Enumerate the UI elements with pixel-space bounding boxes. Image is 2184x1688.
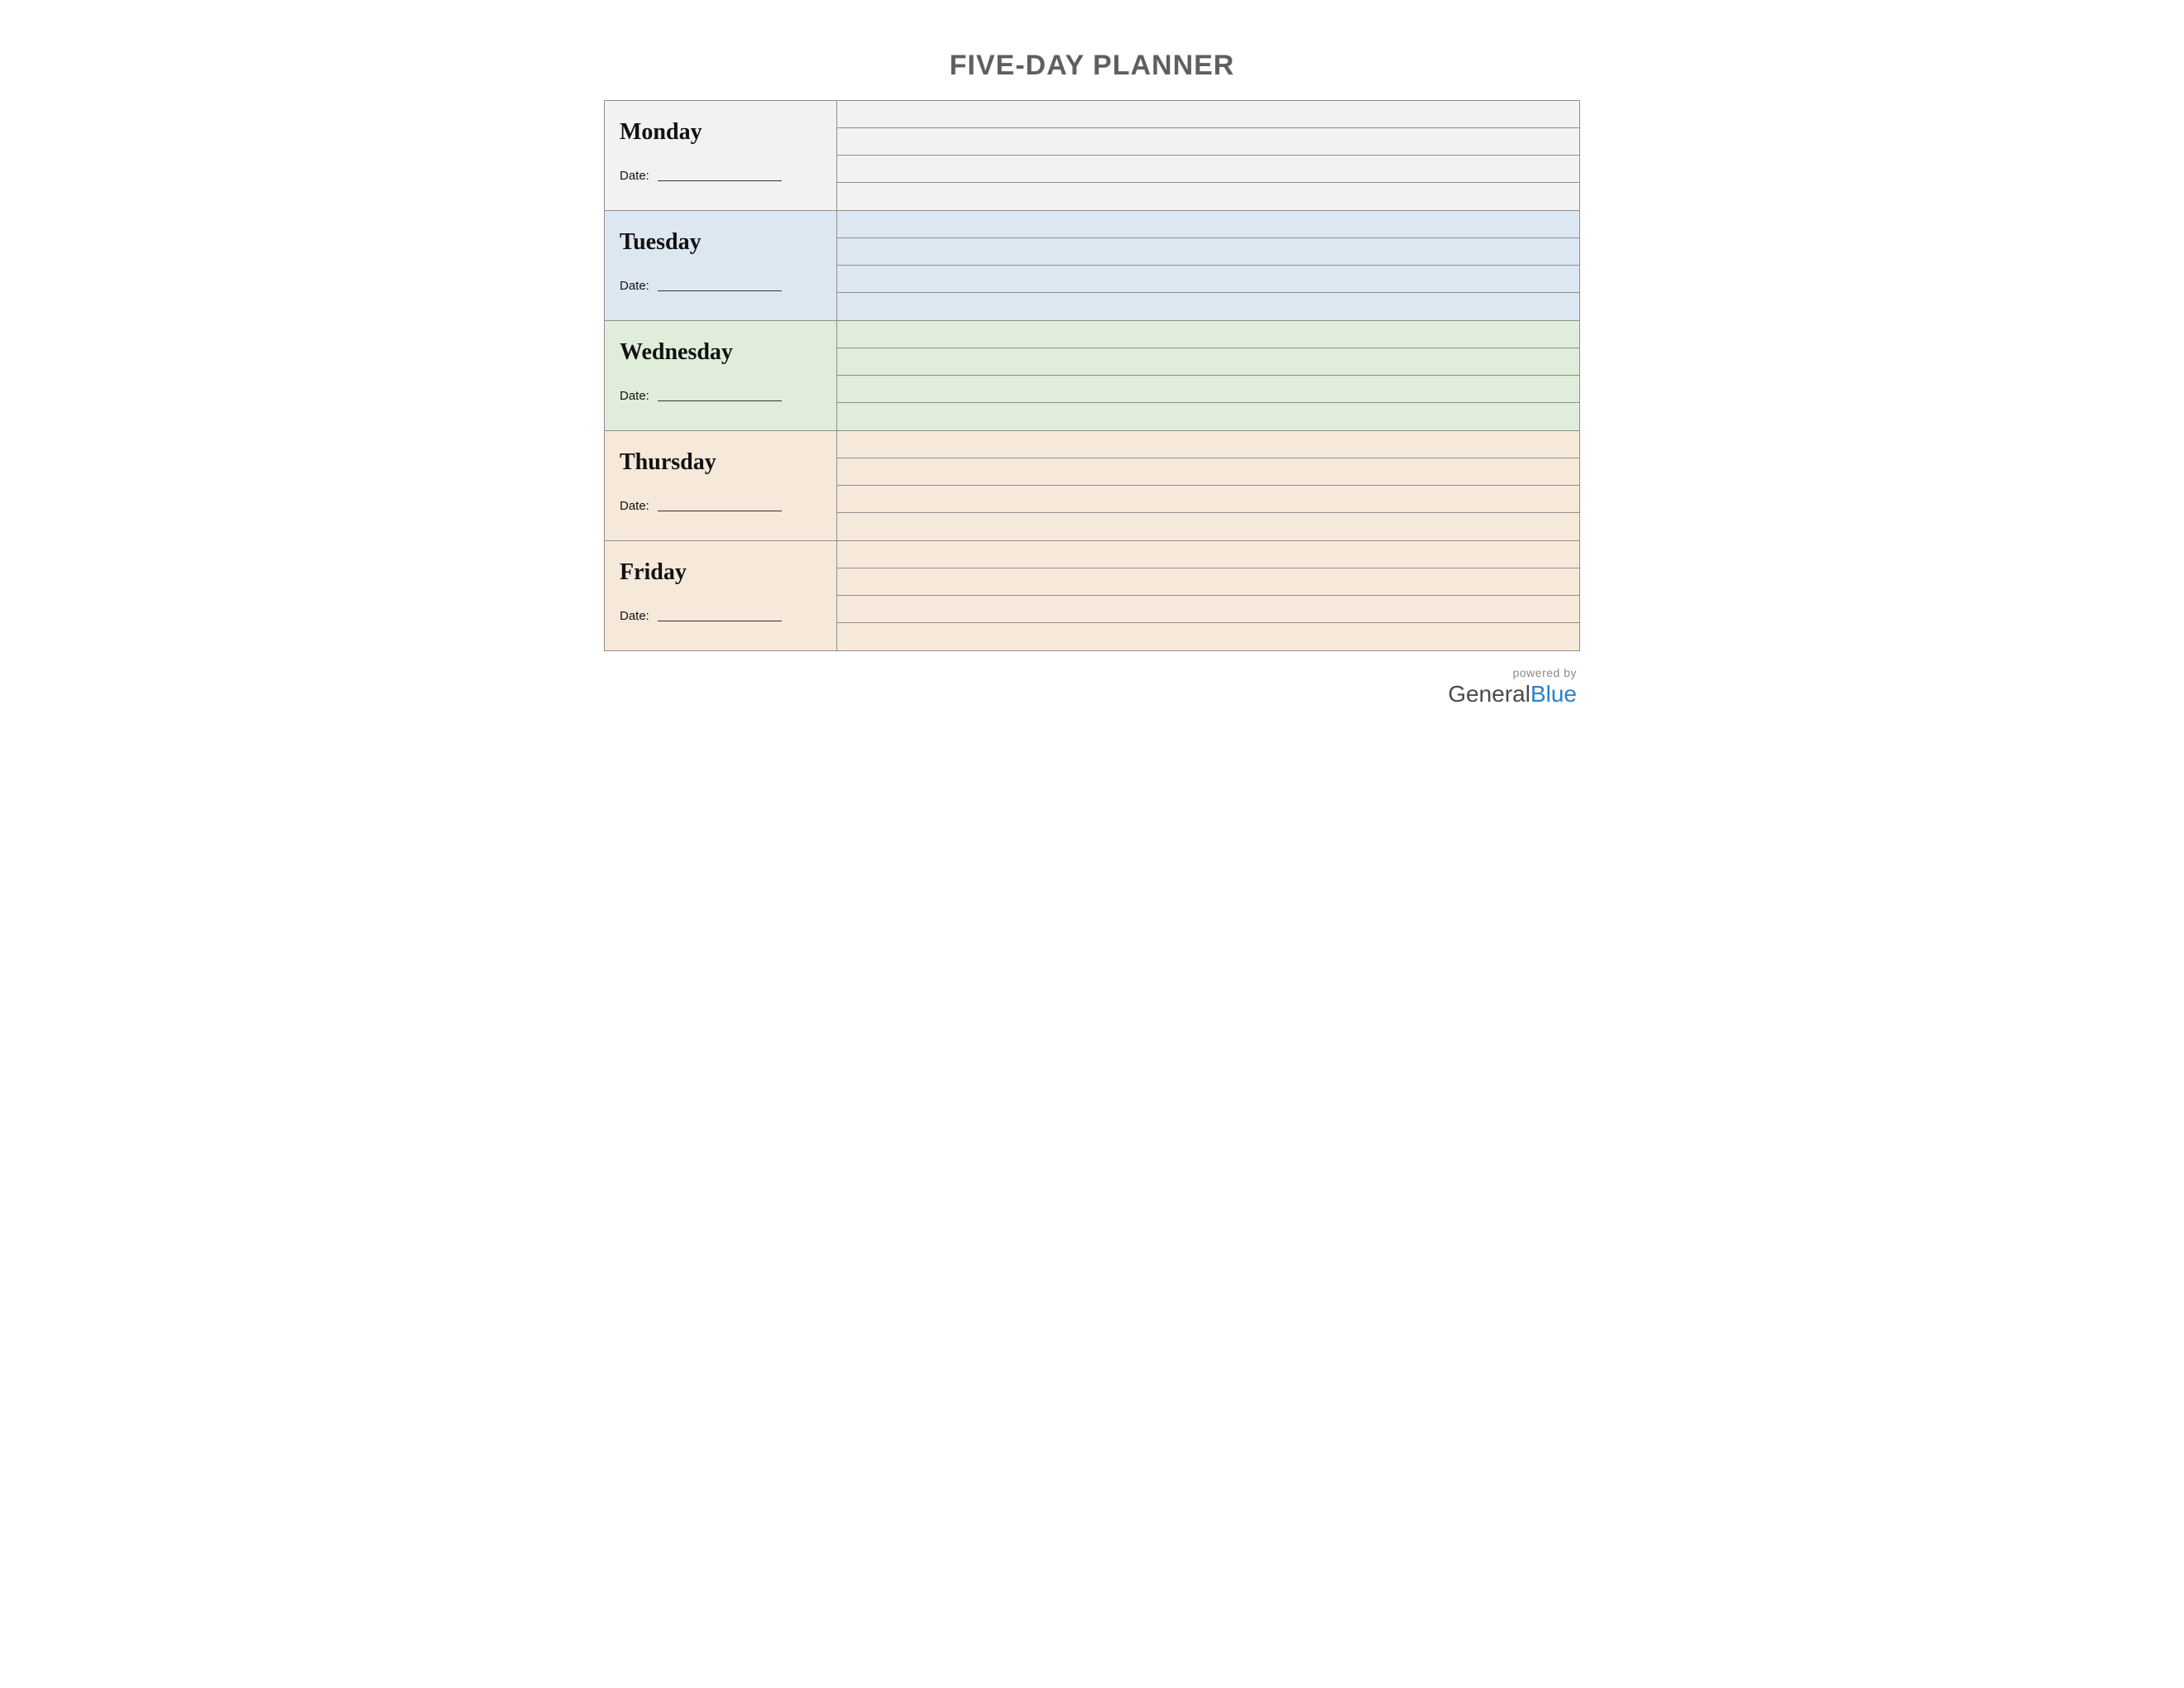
date-line: Date:: [620, 499, 821, 513]
day-lines: [836, 211, 1579, 320]
date-label: Date:: [620, 499, 649, 513]
day-name: Friday: [620, 559, 821, 586]
date-label: Date:: [620, 169, 649, 183]
entry-line[interactable]: [837, 376, 1579, 403]
entry-line[interactable]: [837, 183, 1579, 210]
date-input-line[interactable]: [658, 290, 782, 291]
entry-line[interactable]: [837, 486, 1579, 513]
day-name: Monday: [620, 119, 821, 146]
day-row-monday: Monday Date:: [605, 101, 1579, 211]
day-header: Monday Date:: [605, 101, 836, 210]
entry-line[interactable]: [837, 293, 1579, 320]
brand-part1: General: [1448, 681, 1530, 707]
entry-line[interactable]: [837, 101, 1579, 128]
date-line: Date:: [620, 389, 821, 403]
entry-line[interactable]: [837, 403, 1579, 430]
entry-line[interactable]: [837, 156, 1579, 183]
entry-line[interactable]: [837, 431, 1579, 458]
planner-document: FIVE-DAY PLANNER Monday Date: Tuesday Date:…: [604, 50, 1580, 1638]
day-lines: [836, 541, 1579, 650]
day-row-tuesday: Tuesday Date:: [605, 211, 1579, 321]
day-row-wednesday: Wednesday Date:: [605, 321, 1579, 431]
day-lines: [836, 101, 1579, 210]
brand-logo: GeneralBlue: [604, 681, 1577, 707]
date-label: Date:: [620, 389, 649, 403]
date-line: Date:: [620, 169, 821, 183]
entry-line[interactable]: [837, 348, 1579, 376]
day-name: Thursday: [620, 449, 821, 476]
entry-line[interactable]: [837, 623, 1579, 650]
day-header: Wednesday Date:: [605, 321, 836, 430]
date-label: Date:: [620, 279, 649, 293]
date-input-line[interactable]: [658, 180, 782, 181]
powered-by-label: powered by: [604, 666, 1577, 679]
day-lines: [836, 431, 1579, 540]
date-input-line[interactable]: [658, 400, 782, 401]
date-line: Date:: [620, 279, 821, 293]
planner-table: MondayDate:TuesdayDate:WednesdayDate:Thu…: [604, 100, 1580, 651]
date-label: Date:: [620, 609, 649, 623]
page-title: FIVE-DAY PLANNER: [604, 50, 1580, 82]
day-row-friday: Friday Date:: [605, 541, 1579, 651]
day-lines: [836, 321, 1579, 430]
entry-line[interactable]: [837, 568, 1579, 596]
brand-part2: Blue: [1530, 681, 1577, 707]
day-name: Tuesday: [620, 229, 821, 256]
entry-line[interactable]: [837, 128, 1579, 156]
entry-line[interactable]: [837, 596, 1579, 623]
day-header: Thursday Date:: [605, 431, 836, 540]
entry-line[interactable]: [837, 211, 1579, 238]
entry-line[interactable]: [837, 513, 1579, 540]
entry-line[interactable]: [837, 541, 1579, 568]
day-header: Friday Date:: [605, 541, 836, 650]
day-name: Wednesday: [620, 339, 821, 366]
entry-line[interactable]: [837, 266, 1579, 293]
entry-line[interactable]: [837, 458, 1579, 486]
day-header: Tuesday Date:: [605, 211, 836, 320]
date-line: Date:: [620, 609, 821, 623]
day-row-thursday: Thursday Date:: [605, 431, 1579, 541]
footer: powered by GeneralBlue: [604, 666, 1580, 707]
entry-line[interactable]: [837, 238, 1579, 266]
entry-line[interactable]: [837, 321, 1579, 348]
